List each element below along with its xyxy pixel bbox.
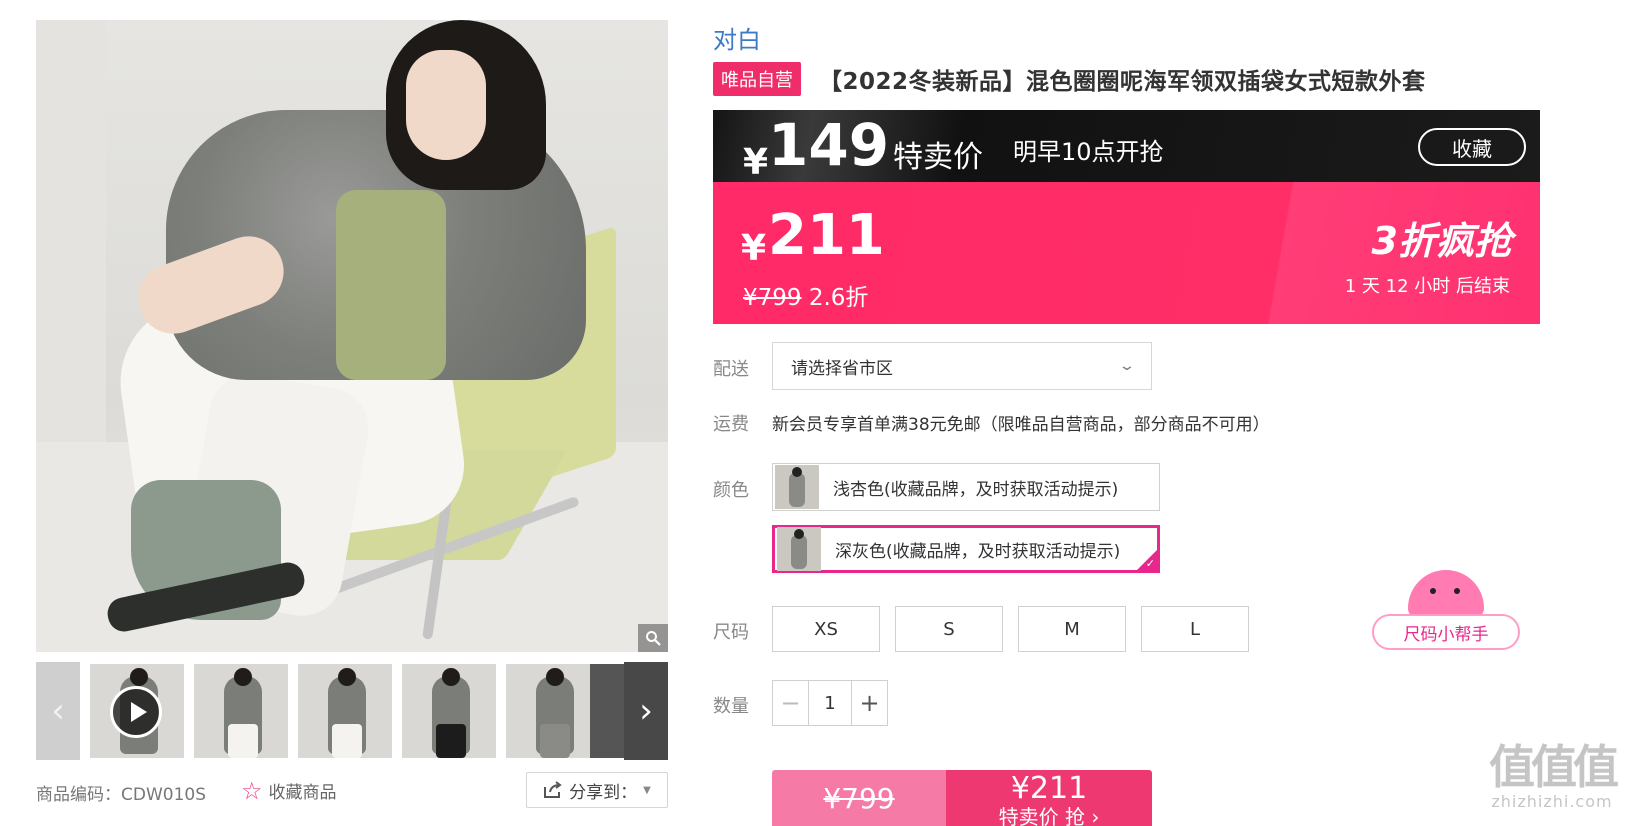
- size-option-l[interactable]: L: [1141, 606, 1249, 652]
- brand-link[interactable]: 对白: [713, 20, 761, 55]
- favorite-product-label: 收藏商品: [268, 783, 337, 803]
- product-meta-row: 商品编码：CDW010S ☆ 收藏商品 分享到： ▼: [36, 772, 668, 812]
- delivery-label: 配送: [713, 359, 749, 380]
- chevron-right-icon: ›: [639, 691, 653, 731]
- original-price-line: ¥799 2.6折: [743, 278, 868, 312]
- thumbnail-figure-head: [442, 668, 460, 686]
- special-price-label: 特卖价: [893, 140, 983, 175]
- countdown-timer: 1 天 12 小时 后结束: [1344, 276, 1510, 297]
- thumbnail-figure-legs: [540, 724, 570, 758]
- watermark-domain: zhizhizhi.com: [1491, 792, 1613, 811]
- quantity-increase-button[interactable]: +: [851, 681, 887, 725]
- site-watermark: 值值值 zhizhizhi.com: [1478, 742, 1626, 826]
- chevron-down-icon: ⌄: [1118, 358, 1136, 374]
- quantity-stepper: − 1 +: [772, 680, 888, 726]
- size-option-s[interactable]: S: [895, 606, 1003, 652]
- thumbnail-prev-button[interactable]: ‹: [36, 662, 80, 760]
- favorite-product-link[interactable]: ☆ 收藏商品: [241, 776, 337, 805]
- size-option-m[interactable]: M: [1018, 606, 1126, 652]
- color-option-label: 深灰色(收藏品牌，及时获取活动提示): [835, 541, 1121, 562]
- star-icon: ☆: [241, 776, 263, 805]
- flash-price: 211: [768, 203, 885, 268]
- region-select[interactable]: 请选择省市区 ⌄: [772, 342, 1152, 390]
- mascot-icon: [1408, 570, 1484, 618]
- photo-model-face: [406, 50, 486, 160]
- caret-down-icon: ▼: [643, 784, 651, 796]
- thumbnail-strip: ‹ ›: [36, 662, 668, 760]
- favorite-button[interactable]: 收藏: [1418, 128, 1526, 166]
- flash-currency: ¥: [741, 228, 767, 269]
- size-option-xs[interactable]: XS: [772, 606, 880, 652]
- thumbnail-figure-head: [130, 668, 148, 686]
- size-label: 尺码: [713, 622, 749, 643]
- thumbnail-figure-head: [546, 668, 564, 686]
- share-icon: [544, 781, 562, 798]
- quantity-input[interactable]: 1: [809, 681, 851, 725]
- buy-original-price-value: ¥799: [823, 781, 895, 815]
- self-operated-badge: 唯品自营: [713, 62, 801, 96]
- shipping-info: 新会员专享首单满38元免邮（限唯品自营商品，部分商品不可用）: [772, 415, 1270, 435]
- buy-now-label: 特卖价 抢 ›: [998, 805, 1100, 826]
- shipping-label: 运费: [713, 414, 749, 435]
- special-price-bar: ¥ 149 特卖价 明早10点开抢 收藏: [713, 110, 1540, 183]
- thumbnail-image[interactable]: [590, 664, 624, 758]
- title-row: 唯品自营 【2022冬装新品】混色圈圈呢海军领双插袋女式短款外套: [713, 62, 1426, 96]
- size-helper[interactable]: 尺码小帮手: [1372, 570, 1522, 652]
- size-helper-button[interactable]: 尺码小帮手: [1372, 614, 1520, 650]
- color-swatch-image: [777, 527, 821, 571]
- original-price: ¥799: [743, 285, 802, 311]
- thumbnail-figure-head: [338, 668, 356, 686]
- thumbnail-figure-head: [234, 668, 252, 686]
- checkmark-icon: ✓: [1145, 557, 1155, 570]
- color-label: 颜色: [713, 480, 749, 501]
- thumbnail-image[interactable]: [506, 664, 600, 758]
- buy-now-price: ¥211: [1010, 771, 1088, 806]
- share-label: 分享到：: [569, 782, 638, 803]
- color-option-label: 浅杏色(收藏品牌，及时获取活动提示): [833, 479, 1119, 500]
- special-price: 149: [768, 111, 890, 179]
- thumbnail-figure-legs: [436, 724, 466, 758]
- thumbnail-image[interactable]: [402, 664, 496, 758]
- buy-now-button[interactable]: ¥211 特卖价 抢 ›: [946, 770, 1152, 826]
- product-title: 【2022冬装新品】混色圈圈呢海军领双插袋女式短款外套: [819, 69, 1426, 95]
- buy-original-price[interactable]: ¥799: [772, 770, 946, 826]
- color-option-light-apricot[interactable]: 浅杏色(收藏品牌，及时获取活动提示): [772, 463, 1160, 511]
- main-product-image[interactable]: [36, 20, 668, 652]
- flash-sale-bar: ¥ 211 ¥799 2.6折 3折疯抢 1 天 12 小时 后结束: [713, 182, 1540, 324]
- thumbnail-image[interactable]: [194, 664, 288, 758]
- share-dropdown[interactable]: 分享到： ▼: [526, 772, 668, 808]
- chevron-left-icon: ‹: [51, 691, 65, 731]
- thumbnail-figure-legs: [332, 724, 362, 758]
- thumbnail-video[interactable]: [90, 664, 184, 758]
- thumbnail-next-button[interactable]: ›: [624, 662, 668, 760]
- thumbnail-figure-legs: [228, 724, 258, 758]
- quantity-decrease-button[interactable]: −: [773, 681, 809, 725]
- color-swatch-image: [775, 465, 819, 509]
- photo-model-top: [336, 190, 446, 380]
- thumbnail-image[interactable]: [298, 664, 392, 758]
- special-currency: ¥: [743, 142, 769, 183]
- play-icon[interactable]: [110, 686, 162, 738]
- magnifier-icon[interactable]: [638, 624, 668, 652]
- color-option-dark-gray[interactable]: 深灰色(收藏品牌，及时获取活动提示) ✓: [772, 525, 1160, 573]
- magnifier-glyph: [646, 631, 661, 646]
- sale-start-time: 明早10点开抢: [1013, 138, 1164, 166]
- promo-headline: 3折疯抢: [1371, 219, 1512, 263]
- discount-rate: 2.6折: [808, 285, 869, 311]
- quantity-label: 数量: [713, 696, 749, 717]
- watermark-logo: 值值值: [1489, 740, 1619, 794]
- sku-code: 商品编码：CDW010S: [36, 785, 207, 805]
- region-select-value: 请选择省市区: [791, 358, 893, 379]
